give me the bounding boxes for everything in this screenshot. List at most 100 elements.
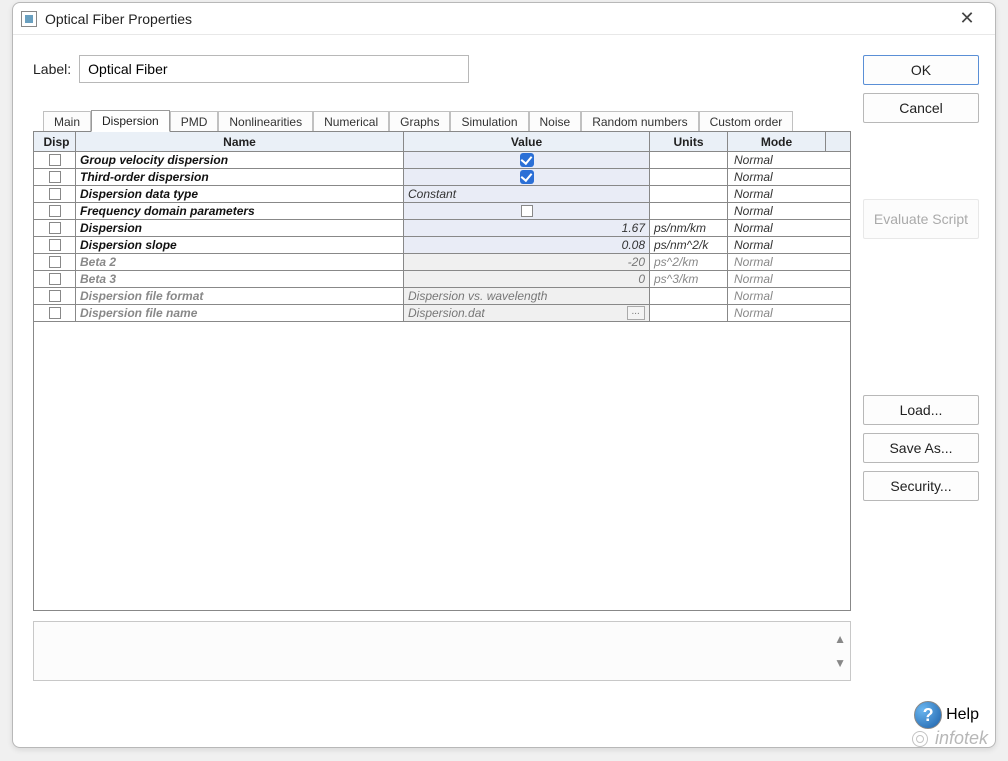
param-name: Group velocity dispersion	[76, 152, 404, 168]
save-as-button[interactable]: Save As...	[863, 433, 979, 463]
app-icon	[21, 11, 37, 27]
grid-header: Disp Name Value Units Mode	[34, 132, 850, 152]
param-mode[interactable]: Normal	[728, 186, 826, 202]
table-row: Group velocity dispersion Normal	[34, 152, 850, 169]
grid-body: Group velocity dispersionNormalThird-ord…	[34, 152, 850, 322]
param-value[interactable]: 1.67	[404, 220, 650, 236]
param-units: ps^3/km	[650, 271, 728, 287]
param-value[interactable]: Constant	[404, 186, 650, 202]
button-column: OK Cancel Evaluate Script Load... Save A…	[863, 55, 979, 735]
disp-checkbox[interactable]	[34, 186, 76, 202]
tab-nonlinearities[interactable]: Nonlinearities	[218, 111, 313, 132]
close-button[interactable]: ✕	[947, 5, 987, 33]
col-header-mode[interactable]: Mode	[728, 132, 826, 151]
tab-dispersion[interactable]: Dispersion	[91, 110, 170, 132]
table-row: Dispersion file nameDispersion.dat... Nor…	[34, 305, 850, 322]
disp-checkbox[interactable]	[34, 203, 76, 219]
param-value[interactable]	[404, 152, 650, 168]
param-name: Dispersion data type	[76, 186, 404, 202]
param-units	[650, 288, 728, 304]
col-header-value[interactable]: Value	[404, 132, 650, 151]
security-button[interactable]: Security...	[863, 471, 979, 501]
table-row: Beta 30ps^3/kmNormal	[34, 271, 850, 288]
col-header-disp[interactable]: Disp	[34, 132, 76, 151]
param-mode[interactable]: Normal	[728, 152, 826, 168]
tab-custom-order[interactable]: Custom order	[699, 111, 794, 132]
table-row: Beta 2-20ps^2/kmNormal	[34, 254, 850, 271]
help-label: Help	[946, 706, 979, 724]
param-units	[650, 203, 728, 219]
table-row: Third-order dispersion Normal	[34, 169, 850, 186]
label-input[interactable]	[79, 55, 469, 83]
panel-down-arrow-icon[interactable]: ▼	[834, 656, 846, 670]
tab-random-numbers[interactable]: Random numbers	[581, 111, 698, 132]
param-units	[650, 186, 728, 202]
param-units: ps^2/km	[650, 254, 728, 270]
param-value[interactable]: Dispersion.dat...	[404, 305, 650, 321]
param-units: ps/nm/km	[650, 220, 728, 236]
tab-bar: MainDispersionPMDNonlinearitiesNumerical…	[43, 109, 851, 131]
param-mode[interactable]: Normal	[728, 305, 826, 321]
browse-button[interactable]: ...	[627, 306, 645, 320]
table-row: Dispersion1.67ps/nm/kmNormal	[34, 220, 850, 237]
param-units: ps/nm^2/k	[650, 237, 728, 253]
help-button[interactable]: ? Help	[863, 695, 979, 735]
param-value[interactable]: 0	[404, 271, 650, 287]
table-row: Dispersion file formatDispersion vs. wav…	[34, 288, 850, 305]
disp-checkbox[interactable]	[34, 288, 76, 304]
param-name: Dispersion	[76, 220, 404, 236]
label-caption: Label:	[33, 61, 71, 77]
ok-button[interactable]: OK	[863, 55, 979, 85]
disp-checkbox[interactable]	[34, 152, 76, 168]
param-value[interactable]	[404, 203, 650, 219]
checked-icon	[520, 170, 534, 184]
description-panel: ▲ ▼	[33, 621, 851, 681]
param-name: Beta 2	[76, 254, 404, 270]
evaluate-script-button[interactable]: Evaluate Script	[863, 199, 979, 239]
tab-main[interactable]: Main	[43, 111, 91, 132]
param-name: Dispersion file name	[76, 305, 404, 321]
titlebar: Optical Fiber Properties ✕	[13, 3, 995, 35]
param-name: Frequency domain parameters	[76, 203, 404, 219]
param-mode[interactable]: Normal	[728, 220, 826, 236]
property-grid: Disp Name Value Units Mode Group velocit…	[33, 131, 851, 611]
param-mode[interactable]: Normal	[728, 169, 826, 185]
param-mode[interactable]: Normal	[728, 288, 826, 304]
unchecked-icon	[521, 205, 533, 217]
param-mode[interactable]: Normal	[728, 237, 826, 253]
param-value[interactable]: -20	[404, 254, 650, 270]
tab-noise[interactable]: Noise	[529, 111, 582, 132]
disp-checkbox[interactable]	[34, 169, 76, 185]
tab-graphs[interactable]: Graphs	[389, 111, 450, 132]
help-icon: ?	[914, 701, 942, 729]
param-units	[650, 169, 728, 185]
tab-numerical[interactable]: Numerical	[313, 111, 389, 132]
panel-up-arrow-icon[interactable]: ▲	[834, 632, 846, 646]
disp-checkbox[interactable]	[34, 305, 76, 321]
disp-checkbox[interactable]	[34, 237, 76, 253]
tab-simulation[interactable]: Simulation	[450, 111, 528, 132]
param-value[interactable]	[404, 169, 650, 185]
param-name: Beta 3	[76, 271, 404, 287]
label-row: Label:	[33, 55, 851, 83]
disp-checkbox[interactable]	[34, 254, 76, 270]
param-value[interactable]: 0.08	[404, 237, 650, 253]
table-row: Dispersion data typeConstant Normal	[34, 186, 850, 203]
col-header-name[interactable]: Name	[76, 132, 404, 151]
disp-checkbox[interactable]	[34, 271, 76, 287]
col-header-units[interactable]: Units	[650, 132, 728, 151]
cancel-button[interactable]: Cancel	[863, 93, 979, 123]
disp-checkbox[interactable]	[34, 220, 76, 236]
param-mode[interactable]: Normal	[728, 203, 826, 219]
table-row: Frequency domain parameters Normal	[34, 203, 850, 220]
tab-pmd[interactable]: PMD	[170, 111, 219, 132]
load-button[interactable]: Load...	[863, 395, 979, 425]
param-mode[interactable]: Normal	[728, 271, 826, 287]
param-name: Third-order dispersion	[76, 169, 404, 185]
param-units	[650, 305, 728, 321]
param-value[interactable]: Dispersion vs. wavelength	[404, 288, 650, 304]
param-units	[650, 152, 728, 168]
param-name: Dispersion file format	[76, 288, 404, 304]
param-mode[interactable]: Normal	[728, 254, 826, 270]
dialog-window: Optical Fiber Properties ✕ Label: MainDi…	[12, 2, 996, 748]
